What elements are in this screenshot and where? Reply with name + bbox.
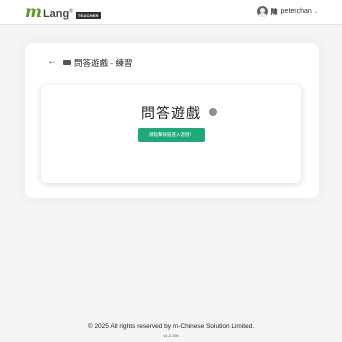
- badge-icon: [63, 60, 71, 65]
- top-navbar: m Lang® TEACHER 陳 peterchan ⌄: [0, 0, 342, 25]
- footer-version: v1.2.190: [163, 333, 179, 338]
- main-panel: ← 問答遊戲 - 練習 問答遊戲 請點擊按鈕進入遊戲！: [25, 43, 319, 198]
- avatar: [256, 6, 268, 17]
- game-card: 問答遊戲 請點擊按鈕進入遊戲！: [41, 85, 301, 183]
- status-indicator: [209, 108, 217, 116]
- chevron-down-icon[interactable]: ⌄: [314, 9, 318, 15]
- page-title: 問答遊戲 - 練習: [74, 58, 133, 68]
- user-name-chinese: 陳: [270, 8, 278, 16]
- start-game-button[interactable]: 請點擊按鈕進入遊戲！: [138, 128, 205, 142]
- brand-logo[interactable]: m Lang® TEACHER: [25, 4, 101, 20]
- logo-text: Lang®: [42, 7, 73, 20]
- user-name: peterchan: [280, 8, 312, 15]
- user-menu[interactable]: 陳 peterchan ⌄: [256, 6, 318, 17]
- arrow-left-icon[interactable]: ←: [47, 56, 57, 67]
- logo-teacher-badge: TEACHER: [75, 11, 101, 19]
- game-title: 問答遊戲: [141, 105, 201, 121]
- footer-copyright: © 2025 All rights reserved by m-Chinese …: [87, 323, 255, 330]
- logo-m-mark: m: [25, 2, 42, 21]
